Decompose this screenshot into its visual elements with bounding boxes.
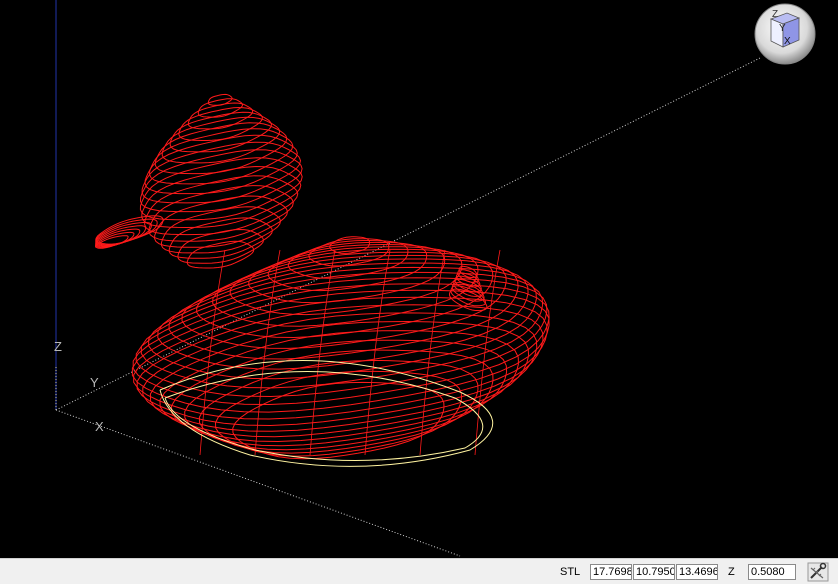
coord-y-field: 10.7950 xyxy=(633,564,675,580)
duck-contour-line xyxy=(232,381,445,460)
coord-x-field: 17.7698 xyxy=(590,564,632,580)
view-cube-widget[interactable]: Z Y X xyxy=(754,3,816,65)
status-bar: STL 17.7698 10.7950 13.4696 Z 0.5080 xyxy=(0,558,838,584)
x-axis-label: X xyxy=(95,419,104,434)
duck-contour-line xyxy=(144,175,299,236)
view-cube-top-label: Z xyxy=(772,9,778,20)
view-cube-right-label: X xyxy=(784,36,791,47)
duck-contour-line xyxy=(170,339,508,447)
z-level-label: Z xyxy=(728,566,735,578)
stl-wireframe-scene xyxy=(55,0,761,557)
mode-label: STL xyxy=(560,566,581,578)
duck-contour-line xyxy=(141,141,302,204)
view-cube-front-label: Y xyxy=(779,23,786,34)
duck-meridian-line xyxy=(199,249,226,456)
3d-viewport[interactable]: Z Y X Z Y X xyxy=(0,0,838,558)
x-axis-line xyxy=(55,409,461,557)
y-axis-label: Y xyxy=(90,375,99,390)
wrench-ruler-icon[interactable] xyxy=(807,562,829,582)
duck-contour-line xyxy=(160,206,282,254)
coord-z-field: 13.4696 xyxy=(676,564,718,580)
duck-contour-line xyxy=(181,254,507,349)
z-axis-label: Z xyxy=(54,339,62,354)
z-level-field[interactable]: 0.5080 xyxy=(748,564,796,580)
duck-contour-line xyxy=(168,217,273,259)
duck-contour-line xyxy=(159,330,519,443)
